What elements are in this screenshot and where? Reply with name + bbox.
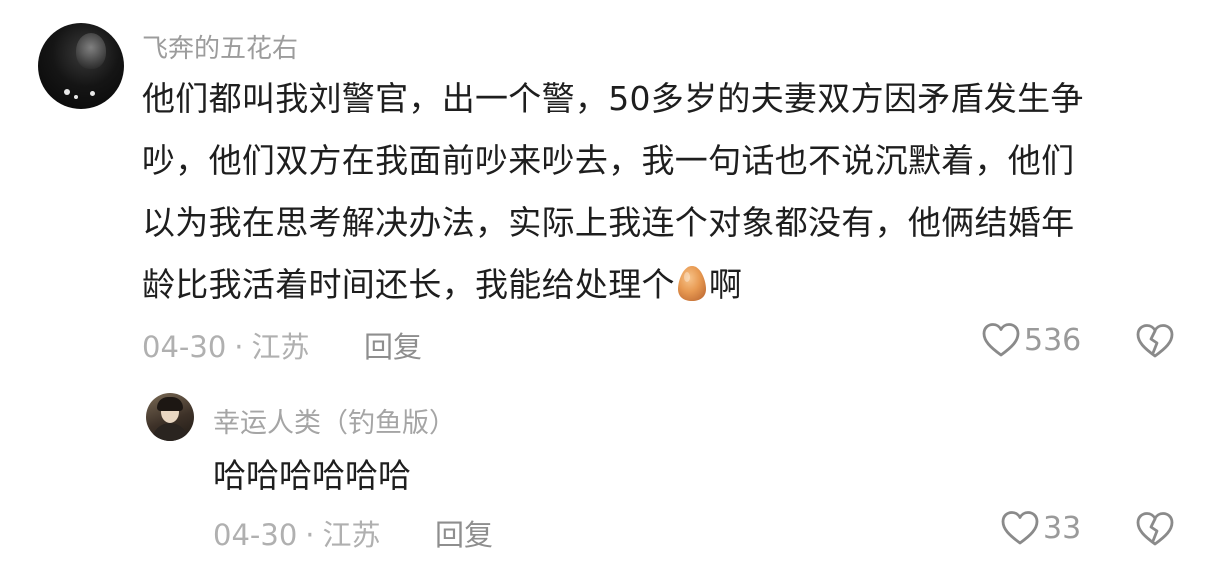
reply-reply-button[interactable]: 回复 [435, 512, 493, 554]
reply-date: 04-30 [213, 518, 298, 552]
avatar-body [152, 423, 188, 441]
commenter-username[interactable]: 飞奔的五花右 [142, 28, 298, 65]
reply-like-button[interactable]: 33 [1001, 510, 1081, 546]
reply-button[interactable]: 回复 [364, 324, 422, 366]
reply-text: 哈哈哈哈哈哈 [213, 456, 411, 495]
comment-text-tail: 啊 [708, 265, 743, 304]
comment-text-line-last: 龄比我活着时间还长，我能给处理个 啊 [142, 254, 1182, 316]
commenter-avatar[interactable] [38, 23, 124, 109]
meta-separator: · [234, 330, 244, 364]
comment-text-line: 龄比我活着时间还长，我能给处理个 [142, 265, 675, 304]
reply-location: 江苏 [322, 518, 381, 552]
avatar-hair [157, 397, 183, 411]
comment-date: 04-30 [142, 330, 227, 364]
reply-meta: 04-30 · 江苏 [213, 512, 381, 554]
reply-username[interactable]: 幸运人类（钓鱼版） [213, 401, 456, 440]
avatar-sparkle [90, 91, 95, 96]
reply-avatar[interactable] [146, 393, 194, 441]
heart-outline-icon [1001, 511, 1039, 545]
egg-icon [677, 266, 706, 301]
comment-text-line: 以为我在思考解决办法，实际上我连个对象都没有，他俩结婚年 [142, 203, 1075, 242]
broken-heart-icon[interactable] [1136, 323, 1174, 359]
comment-location: 江苏 [251, 330, 310, 364]
heart-outline-icon [982, 323, 1020, 357]
comment-text: 他们都叫我刘警官，出一个警，50多岁的夫妻双方因矛盾发生争 吵，他们双方在我面前… [142, 68, 1182, 316]
comment-text-line: 吵，他们双方在我面前吵来吵去，我一句话也不说沉默着，他们 [142, 141, 1075, 180]
comment-meta: 04-30 · 江苏 [142, 324, 310, 366]
reply-like-count: 33 [1043, 510, 1082, 546]
like-button[interactable]: 536 [982, 322, 1081, 358]
broken-heart-icon[interactable] [1136, 511, 1174, 547]
avatar-face [76, 33, 106, 69]
meta-separator: · [305, 518, 315, 552]
like-count: 536 [1024, 322, 1082, 358]
avatar-sparkle [74, 95, 78, 99]
avatar-sparkle [64, 89, 70, 95]
comment-text-line: 他们都叫我刘警官，出一个警，50多岁的夫妻双方因矛盾发生争 [142, 79, 1084, 118]
